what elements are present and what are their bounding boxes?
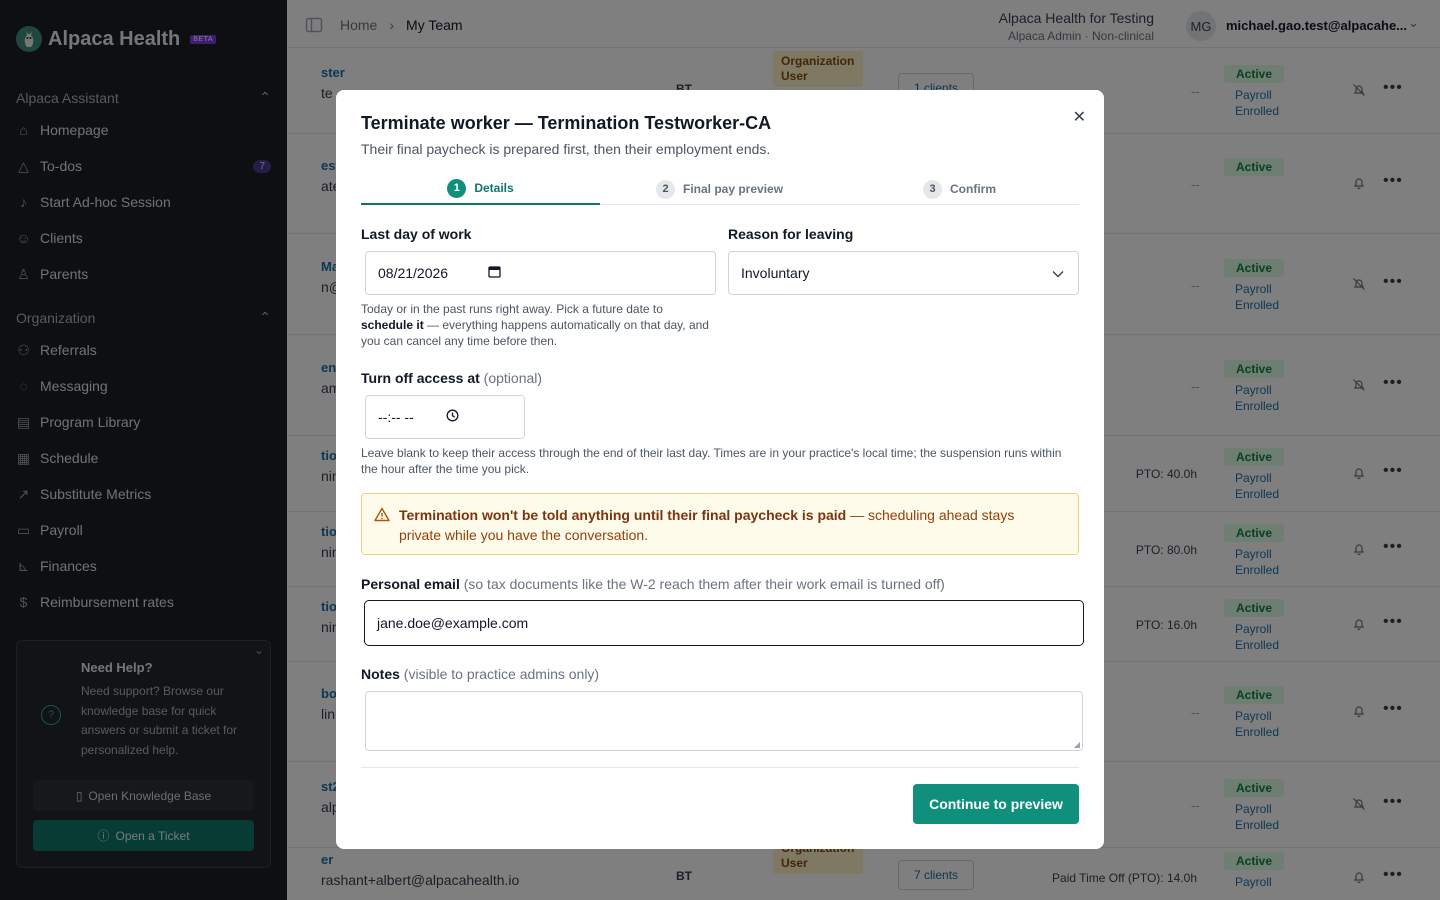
access-hint: Leave blank to keep their access through… xyxy=(361,446,1062,476)
reason-value: Involuntary xyxy=(741,265,810,281)
dialog-subtitle: Their final paycheck is prepared first, … xyxy=(361,141,771,157)
step-label: Details xyxy=(474,181,514,195)
notes-textarea[interactable]: ◢ xyxy=(365,691,1083,751)
reason-label: Reason for leaving xyxy=(728,226,854,242)
tab-step-details[interactable]: 1 Details xyxy=(361,173,600,205)
resize-handle-icon[interactable]: ◢ xyxy=(1074,740,1080,749)
personal-email-value: jane.doe@example.com xyxy=(377,615,529,631)
access-time-input[interactable]: --:-- -- xyxy=(365,395,525,439)
tab-step-confirm[interactable]: 3 Confirm xyxy=(923,173,996,205)
step-label: Confirm xyxy=(950,182,996,196)
terminate-worker-dialog: ✕ Terminate worker — Termination Testwor… xyxy=(336,90,1104,849)
step-number: 2 xyxy=(656,179,675,199)
step-label: Final pay preview xyxy=(683,182,784,196)
calendar-icon[interactable] xyxy=(488,265,501,281)
personal-email-label: Personal email (so tax documents like th… xyxy=(361,576,945,592)
access-label: Turn off access at (optional) xyxy=(361,370,543,386)
step-number: 1 xyxy=(447,178,467,198)
clock-icon[interactable] xyxy=(446,409,459,425)
last-day-label: Last day of work xyxy=(361,226,472,242)
last-day-value: 08/21/2026 xyxy=(378,265,449,281)
personal-email-input[interactable]: jane.doe@example.com xyxy=(364,600,1084,646)
warning-callout: Termination won't be told anything until… xyxy=(361,493,1079,555)
continue-to-preview-button[interactable]: Continue to preview xyxy=(913,784,1079,824)
last-day-date-input[interactable]: 08/21/2026 xyxy=(365,251,716,295)
reason-select[interactable]: Involuntary xyxy=(728,251,1079,295)
access-time-value: --:-- -- xyxy=(378,409,414,425)
warning-triangle-icon xyxy=(374,507,390,525)
date-hint: Today or in the past runs right away. Pi… xyxy=(361,302,709,348)
dialog-title: Terminate worker — Termination Testworke… xyxy=(361,113,772,133)
warning-text: Termination won't be told anything until… xyxy=(399,507,1015,543)
footer-divider xyxy=(361,767,1079,768)
step-number: 3 xyxy=(923,179,942,199)
tab-step-final-pay-preview[interactable]: 2 Final pay preview xyxy=(656,173,783,205)
close-icon[interactable]: ✕ xyxy=(1073,107,1086,127)
stepper: 1 Details 2 Final pay preview 3 Confirm xyxy=(361,173,1079,205)
chevron-down-icon xyxy=(1052,265,1064,281)
notes-label: Notes (visible to practice admins only) xyxy=(361,666,600,682)
